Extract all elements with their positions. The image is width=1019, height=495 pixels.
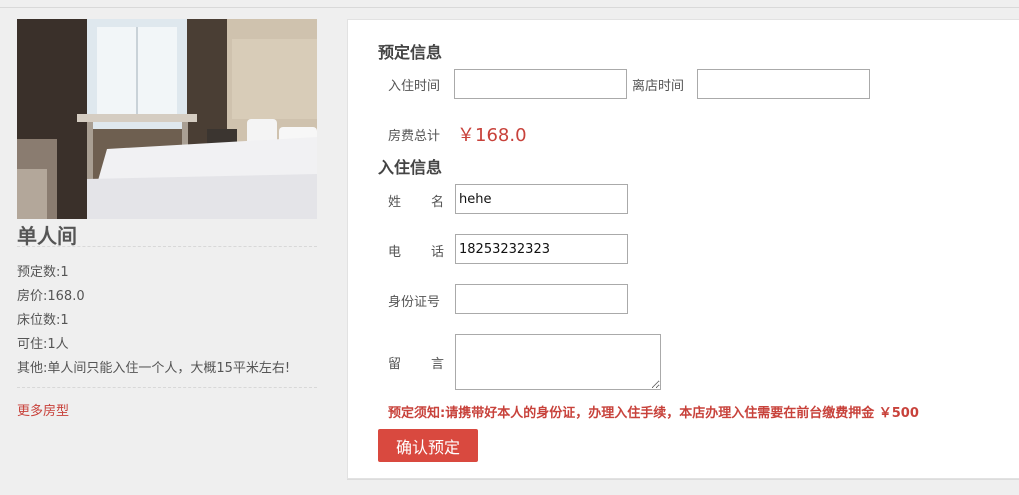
message-textarea[interactable] bbox=[455, 334, 661, 390]
name-label: 姓 名 bbox=[388, 191, 444, 210]
message-label-char1: 留 bbox=[388, 357, 402, 372]
checkin-label: 入住时间 bbox=[388, 79, 441, 94]
guest-section-title: 入住信息 bbox=[378, 158, 443, 177]
booking-section-title: 预定信息 bbox=[378, 43, 443, 62]
room-beds: 床位数:1 bbox=[17, 313, 69, 328]
checkout-label: 离店时间 bbox=[632, 79, 685, 94]
total-label: 房费总计 bbox=[388, 129, 441, 144]
id-label: 身份证号 bbox=[388, 295, 441, 310]
room-reservations: 预定数:1 bbox=[17, 265, 69, 280]
room-name: 单人间 bbox=[17, 224, 77, 248]
phone-input[interactable] bbox=[455, 234, 628, 264]
divider bbox=[17, 246, 317, 247]
room-price: 房价:168.0 bbox=[17, 289, 85, 304]
total-price: ￥168.0 bbox=[457, 125, 527, 146]
booking-notice: 预定须知:请携带好本人的身份证，办理入住手续，本店办理入住需要在前台缴费押金 ￥… bbox=[388, 406, 919, 421]
phone-label: 电 话 bbox=[388, 241, 444, 260]
checkout-date-input[interactable] bbox=[697, 69, 870, 99]
name-label-char1: 姓 bbox=[388, 195, 402, 210]
phone-label-char2: 话 bbox=[430, 245, 444, 260]
message-label: 留 言 bbox=[388, 353, 444, 372]
phone-label-char1: 电 bbox=[388, 245, 402, 260]
guest-name-input[interactable] bbox=[455, 184, 628, 214]
confirm-booking-button[interactable]: 确认预定 bbox=[378, 429, 478, 462]
room-photo bbox=[17, 19, 317, 219]
room-capacity: 可住:1人 bbox=[17, 337, 69, 352]
checkin-date-input[interactable] bbox=[454, 69, 627, 99]
message-label-char2: 言 bbox=[430, 357, 444, 372]
id-number-input[interactable] bbox=[455, 284, 628, 314]
bottom-divider bbox=[347, 479, 1019, 480]
top-divider bbox=[0, 7, 1019, 8]
name-label-char2: 名 bbox=[430, 195, 444, 210]
room-other: 其他:单人间只能入住一个人，大概15平米左右! bbox=[17, 361, 291, 376]
divider bbox=[17, 387, 317, 388]
more-room-types-link[interactable]: 更多房型 bbox=[17, 400, 69, 419]
